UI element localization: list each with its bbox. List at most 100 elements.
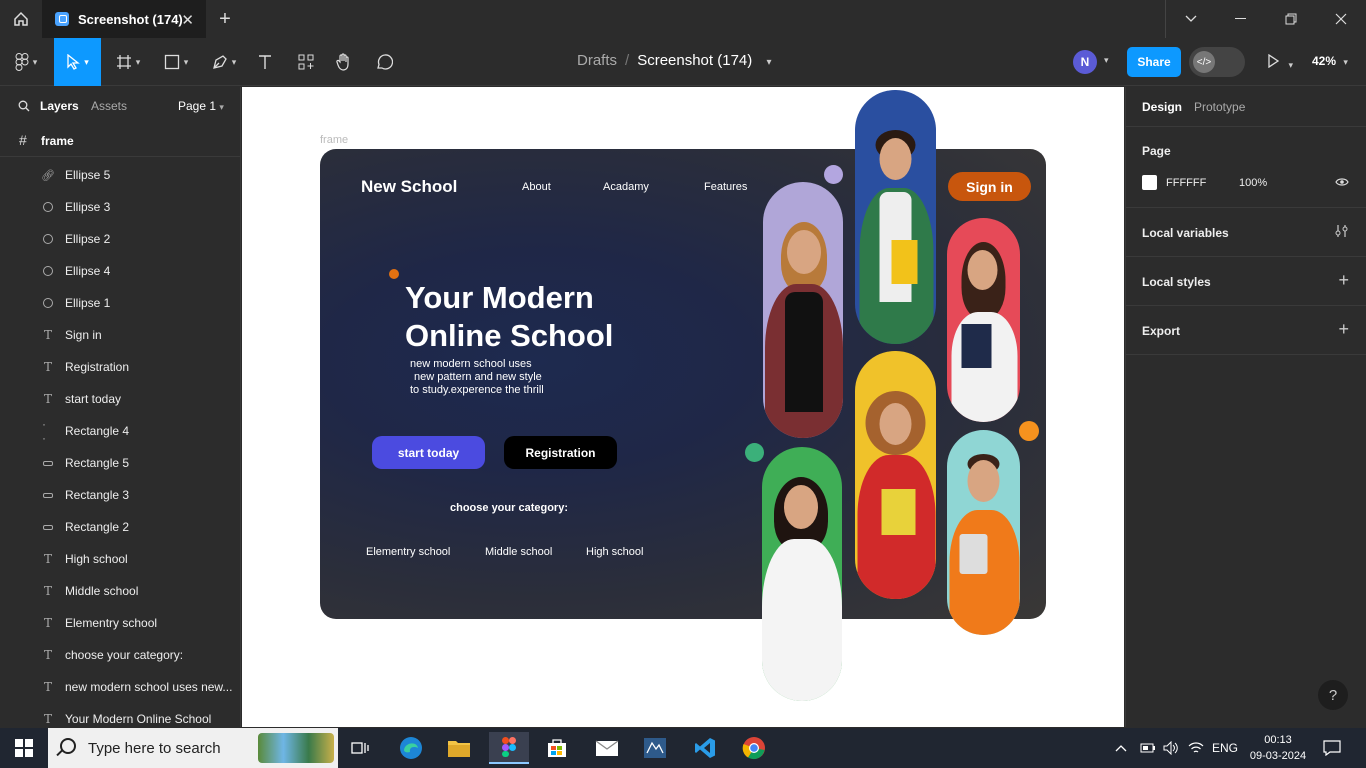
clock[interactable]: 00:13 09-03-2024 bbox=[1248, 732, 1308, 764]
layer-row[interactable]: T Your Modern Online School bbox=[0, 703, 240, 727]
show-hidden-icons-button[interactable] bbox=[1115, 728, 1127, 768]
hero-subtitle[interactable]: new modern school uses new pattern and n… bbox=[410, 358, 580, 397]
layer-row[interactable]: T Middle school bbox=[0, 575, 240, 607]
student-photo-2[interactable] bbox=[855, 90, 936, 344]
tab-assets[interactable]: Assets bbox=[91, 99, 127, 113]
hero-title[interactable]: Your Modern Online School bbox=[405, 279, 665, 355]
chevron-down-icon[interactable]: ▾ bbox=[766, 57, 771, 68]
registration-button[interactable]: Registration bbox=[504, 436, 617, 469]
landing-page-frame[interactable]: New School About Acadamy Features Your M… bbox=[320, 149, 1046, 619]
frame-tool[interactable]: ▾ bbox=[110, 38, 146, 86]
layer-row[interactable]: Tchoose your category: bbox=[0, 639, 240, 671]
present-button[interactable]: ▾ bbox=[1266, 53, 1293, 73]
export-section[interactable]: Export + bbox=[1126, 306, 1366, 355]
layer-row[interactable]: Tstart today bbox=[0, 383, 240, 415]
move-tool[interactable]: ▾ bbox=[54, 38, 101, 86]
lavender-dot[interactable] bbox=[824, 165, 843, 184]
category-middle[interactable]: Middle school bbox=[485, 546, 552, 558]
share-button[interactable]: Share bbox=[1127, 47, 1181, 77]
student-photo-4[interactable] bbox=[855, 351, 936, 599]
student-photo-6[interactable] bbox=[762, 447, 842, 701]
layer-row[interactable]: T High school bbox=[0, 543, 240, 575]
nav-acadamy[interactable]: Acadamy bbox=[603, 181, 649, 193]
file-explorer-app[interactable] bbox=[439, 732, 479, 764]
category-elementary[interactable]: Elementry school bbox=[366, 546, 450, 558]
tab-layers[interactable]: Layers bbox=[40, 99, 79, 113]
category-high[interactable]: High school bbox=[586, 546, 643, 558]
figma-app[interactable] bbox=[489, 732, 529, 764]
network-status[interactable] bbox=[1188, 728, 1204, 768]
page-color-swatch[interactable] bbox=[1142, 175, 1157, 190]
shape-tool[interactable]: ▾ bbox=[158, 38, 194, 86]
dev-mode-toggle[interactable]: </> bbox=[1189, 47, 1245, 77]
local-variables-section[interactable]: Local variables bbox=[1126, 208, 1366, 257]
student-photo-5[interactable] bbox=[947, 430, 1020, 635]
layer-row[interactable]: Rectangle 2 bbox=[0, 511, 240, 543]
page-color-value[interactable]: FFFFFF bbox=[1166, 177, 1206, 189]
chevron-down-icon[interactable]: ▾ bbox=[1104, 55, 1109, 66]
mail-app[interactable] bbox=[587, 732, 627, 764]
choose-category-label[interactable]: choose your category: bbox=[450, 502, 568, 514]
edge-app[interactable] bbox=[391, 732, 431, 764]
zoom-menu[interactable]: 42% ▾ bbox=[1312, 54, 1348, 68]
vscode-app[interactable] bbox=[685, 732, 725, 764]
tab-design[interactable]: Design bbox=[1142, 100, 1182, 114]
task-view-button[interactable] bbox=[340, 732, 380, 764]
pen-tool[interactable]: ▾ bbox=[206, 38, 242, 86]
comment-tool[interactable] bbox=[373, 38, 395, 86]
page-opacity-value[interactable]: 100% bbox=[1239, 177, 1267, 189]
search-icon[interactable] bbox=[18, 100, 30, 112]
canvas[interactable]: frame New School About Acadamy Features … bbox=[242, 87, 1124, 727]
resources-tool[interactable] bbox=[295, 38, 317, 86]
layer-row[interactable]: Ellipse 4 bbox=[0, 255, 240, 287]
page-selector[interactable]: Page 1 ▾ bbox=[178, 99, 224, 113]
store-app[interactable] bbox=[537, 732, 577, 764]
start-today-button[interactable]: start today bbox=[372, 436, 485, 469]
file-tab[interactable]: Screenshot (174) ✕ bbox=[42, 0, 206, 38]
close-tab-icon[interactable]: ✕ bbox=[181, 11, 194, 29]
student-photo-3[interactable] bbox=[947, 218, 1020, 422]
brand-logo[interactable]: New School bbox=[361, 177, 457, 197]
notifications-button[interactable] bbox=[1323, 728, 1341, 768]
nav-features[interactable]: Features bbox=[704, 181, 747, 193]
layer-row[interactable]: Rectangle 3 bbox=[0, 479, 240, 511]
layer-row[interactable]: Ellipse 3 bbox=[0, 191, 240, 223]
layer-row[interactable]: T Elementry school bbox=[0, 607, 240, 639]
layer-row[interactable]: Ellipse 1 bbox=[0, 287, 240, 319]
restore-button[interactable] bbox=[1266, 0, 1316, 38]
breadcrumb-drafts[interactable]: Drafts bbox=[577, 52, 617, 69]
layer-row[interactable]: Tnew modern school uses new... bbox=[0, 671, 240, 703]
layer-row[interactable]: Ellipse 2 bbox=[0, 223, 240, 255]
layer-row[interactable]: Rectangle 5 bbox=[0, 447, 240, 479]
variables-icon[interactable] bbox=[1335, 224, 1348, 238]
help-button[interactable]: ? bbox=[1318, 680, 1348, 710]
green-dot[interactable] bbox=[745, 443, 764, 462]
volume-control[interactable] bbox=[1163, 728, 1179, 768]
layer-row[interactable]: 🔗︎ Ellipse 5 bbox=[0, 159, 240, 191]
avatar[interactable]: N bbox=[1073, 50, 1097, 74]
text-tool[interactable] bbox=[254, 38, 276, 86]
dropdown-button[interactable] bbox=[1166, 0, 1216, 38]
orange-big-dot[interactable] bbox=[1019, 421, 1039, 441]
minimize-button[interactable] bbox=[1216, 0, 1266, 38]
local-styles-section[interactable]: Local styles + bbox=[1126, 257, 1366, 306]
taskbar-search[interactable]: Type here to search bbox=[48, 728, 338, 768]
nav-about[interactable]: About bbox=[522, 181, 551, 193]
pinned-app[interactable] bbox=[635, 732, 675, 764]
frame-label[interactable]: frame bbox=[320, 134, 348, 146]
eye-icon[interactable] bbox=[1335, 177, 1349, 187]
layer-row[interactable]: T Registration bbox=[0, 351, 240, 383]
tab-prototype[interactable]: Prototype bbox=[1194, 100, 1245, 114]
add-style-icon[interactable]: + bbox=[1338, 270, 1349, 291]
battery-status[interactable] bbox=[1140, 728, 1156, 768]
orange-dot[interactable] bbox=[389, 269, 399, 279]
start-button[interactable] bbox=[0, 728, 48, 768]
layer-row[interactable]: T Sign in bbox=[0, 319, 240, 351]
input-language[interactable]: ENG bbox=[1212, 728, 1238, 768]
layer-row[interactable]: · · Rectangle 4 bbox=[0, 415, 240, 447]
chrome-app[interactable] bbox=[734, 732, 774, 764]
student-photo-1[interactable] bbox=[763, 182, 843, 438]
home-button[interactable] bbox=[0, 0, 42, 38]
hand-tool[interactable] bbox=[333, 38, 355, 86]
main-menu-button[interactable]: ▾ bbox=[8, 38, 44, 86]
